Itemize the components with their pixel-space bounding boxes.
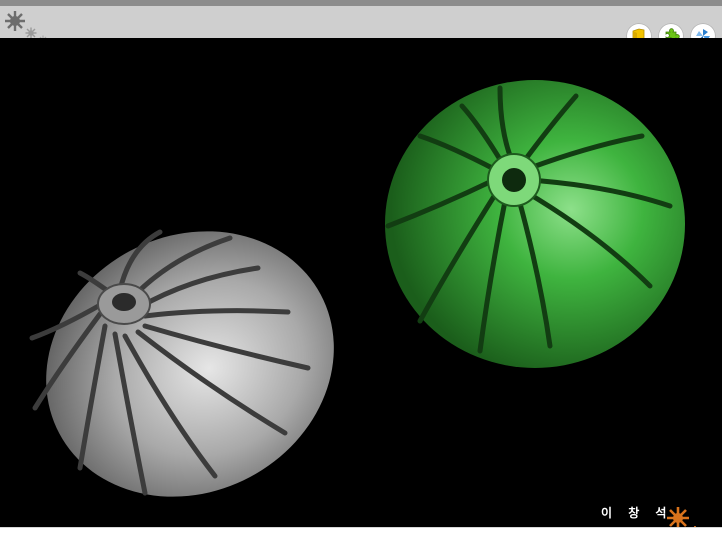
gray-impeller-image [29, 229, 334, 497]
footer-bar [0, 528, 722, 544]
header-bar [0, 6, 722, 38]
green-impeller-image [385, 80, 685, 368]
